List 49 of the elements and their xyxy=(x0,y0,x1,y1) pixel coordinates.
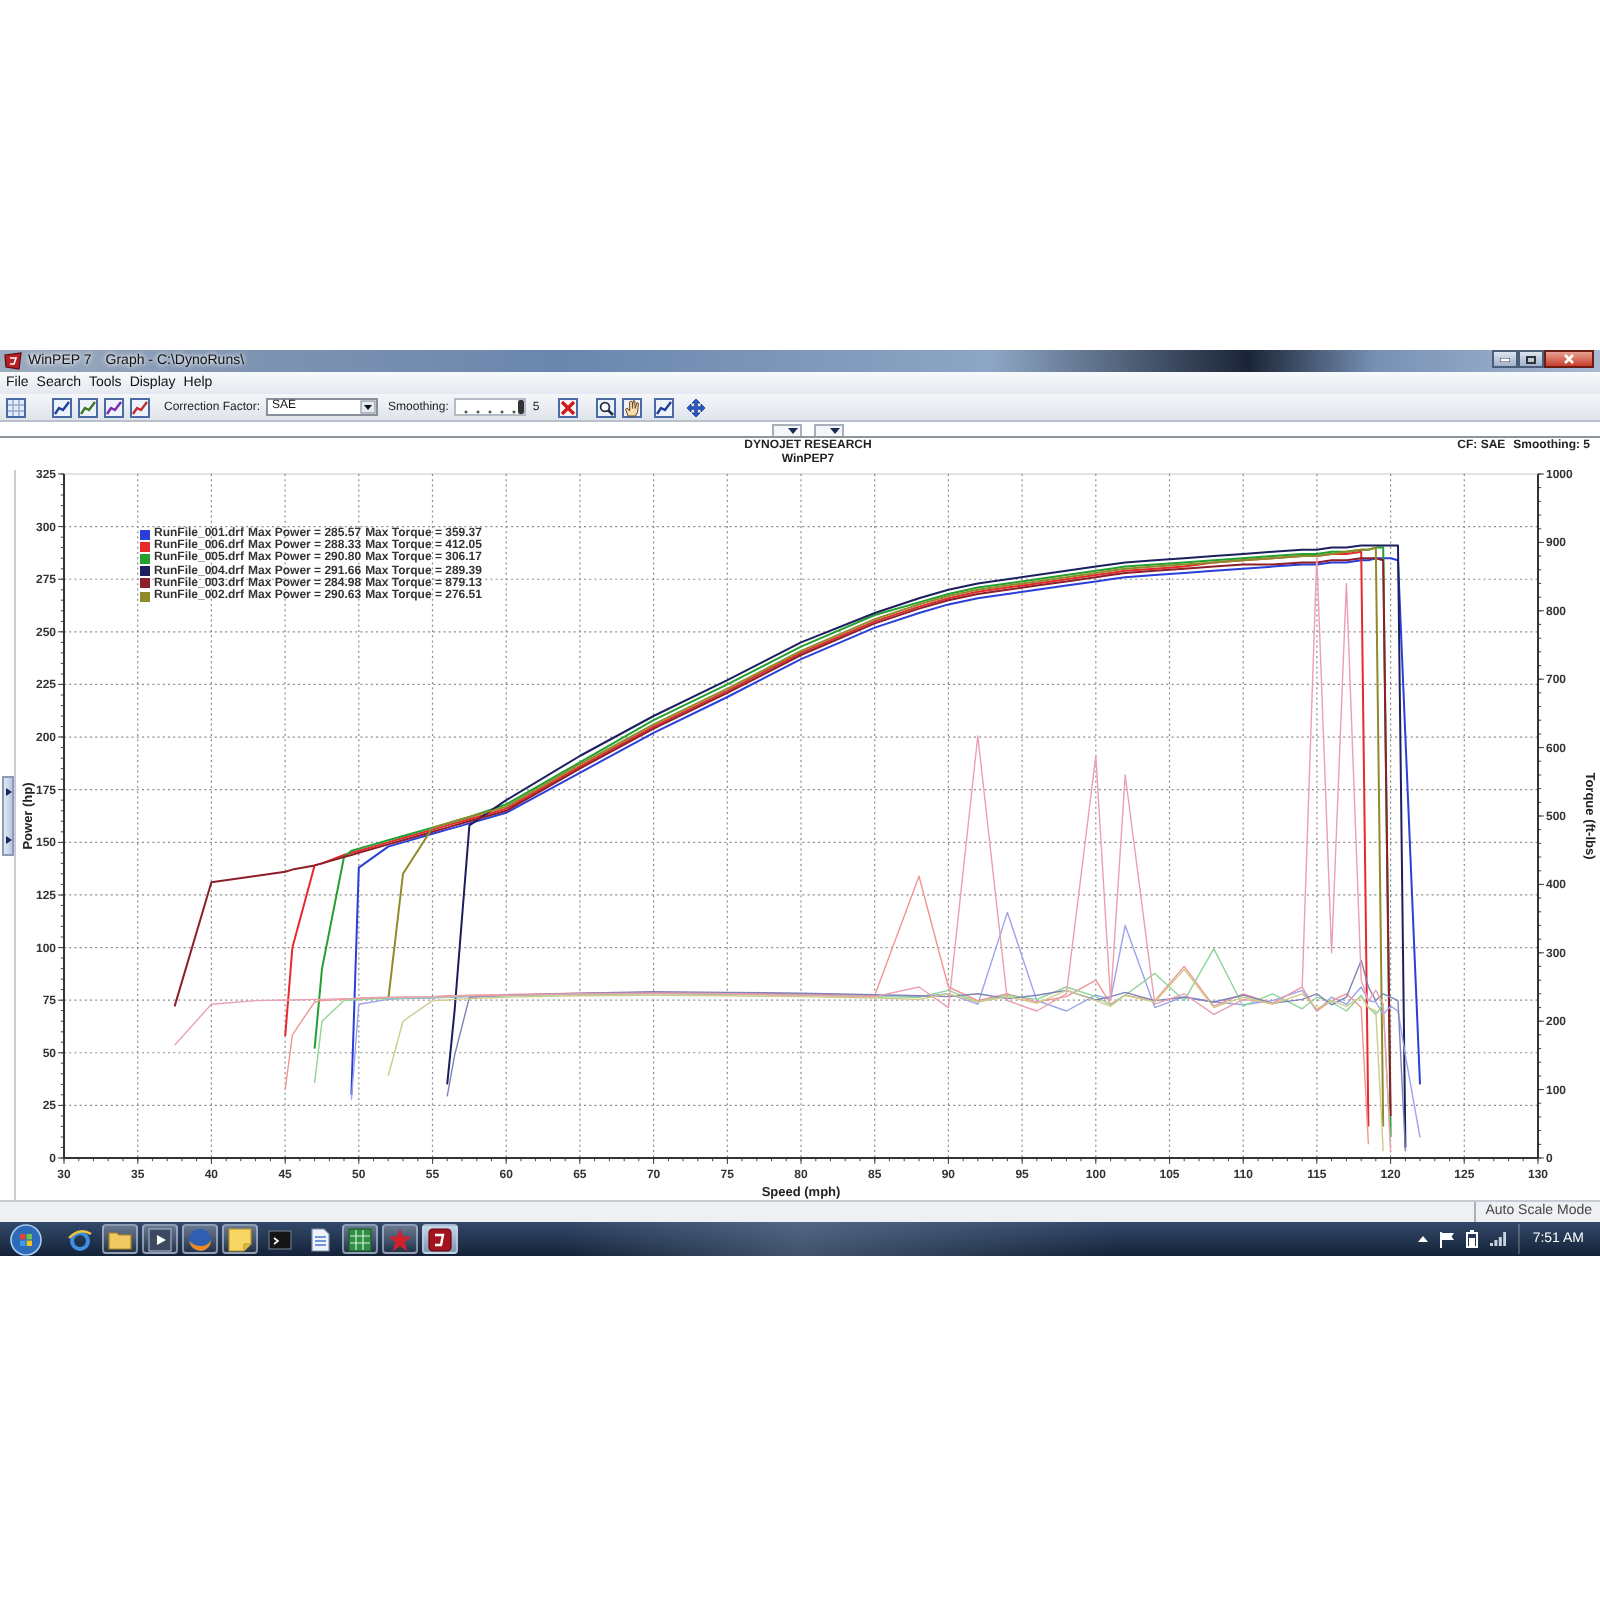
ring-icon[interactable] xyxy=(68,1227,92,1251)
spreadsheet-icon xyxy=(348,1227,372,1251)
maximize-icon xyxy=(1526,355,1536,363)
cross-icon[interactable] xyxy=(557,397,578,417)
dropdown-button[interactable] xyxy=(772,424,802,436)
graph-icon[interactable] xyxy=(130,397,150,417)
close-icon xyxy=(1564,354,1574,364)
caret-icon xyxy=(830,428,840,434)
close-button[interactable] xyxy=(1544,350,1594,368)
taskbar-button[interactable] xyxy=(142,1224,178,1254)
taskbar-button[interactable] xyxy=(422,1224,458,1254)
dropdown-button[interactable] xyxy=(814,424,844,436)
flag-icon[interactable] xyxy=(1440,1231,1455,1247)
zoom-icon[interactable] xyxy=(595,397,616,417)
signal-icon[interactable] xyxy=(1490,1232,1507,1246)
play-icon xyxy=(148,1227,172,1251)
graph-icon[interactable] xyxy=(78,397,98,417)
minimize-icon xyxy=(1500,357,1510,361)
maximize-button[interactable] xyxy=(1518,350,1544,368)
taskbar-button[interactable] xyxy=(342,1224,378,1254)
panel-toggle[interactable] xyxy=(2,776,14,856)
battery-icon[interactable] xyxy=(1466,1230,1479,1248)
caret-icon xyxy=(5,836,11,844)
app-icon xyxy=(428,1227,452,1251)
hand-icon[interactable] xyxy=(621,397,642,417)
caret-icon xyxy=(5,788,11,796)
star-icon xyxy=(388,1227,412,1251)
taskbar-button[interactable] xyxy=(222,1224,258,1254)
grid-icon[interactable] xyxy=(6,397,26,417)
document-icon[interactable] xyxy=(308,1227,332,1251)
smoothing-slider[interactable] xyxy=(454,398,527,416)
taskbar-button[interactable] xyxy=(182,1224,218,1254)
graph-icon[interactable] xyxy=(52,397,72,417)
app-icon xyxy=(4,352,22,370)
globe-icon xyxy=(188,1227,212,1251)
caret-icon[interactable] xyxy=(1418,1236,1429,1242)
minimize-button[interactable] xyxy=(1492,350,1518,368)
folder-icon xyxy=(108,1227,132,1251)
move-icon[interactable] xyxy=(685,397,706,417)
taskbar-button[interactable] xyxy=(382,1224,418,1254)
start-orb-icon[interactable] xyxy=(10,1223,42,1255)
terminal-icon[interactable] xyxy=(268,1227,292,1251)
caret-icon xyxy=(360,400,377,414)
taskbar-button[interactable] xyxy=(102,1224,138,1254)
graph-icon[interactable] xyxy=(104,397,124,417)
graph-icon[interactable] xyxy=(653,397,674,417)
note-icon xyxy=(228,1227,252,1251)
caret-icon xyxy=(788,428,798,434)
slider-thumb[interactable] xyxy=(518,400,525,414)
